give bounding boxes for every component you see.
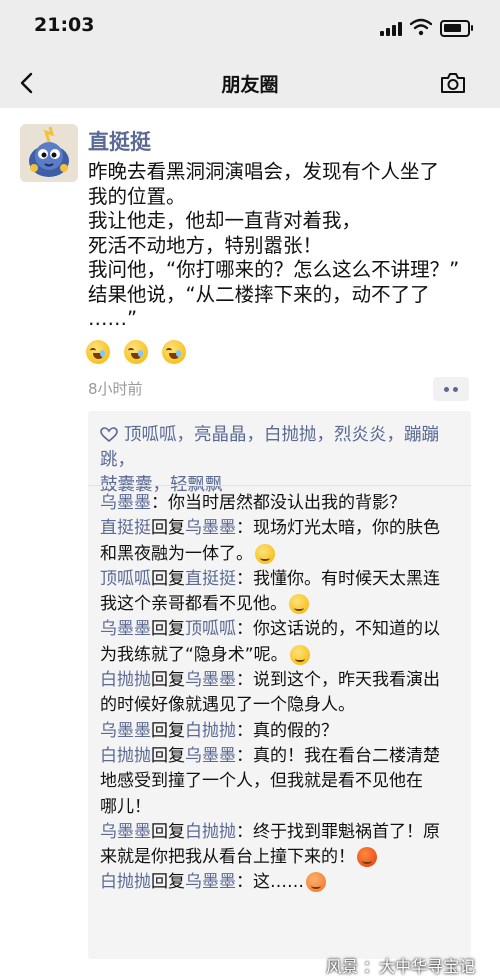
- comment-author[interactable]: 乌墨墨: [100, 822, 151, 842]
- reply-target[interactable]: 乌墨墨: [185, 872, 236, 892]
- comment-text: 的时候好像就遇见了一个隐身人。: [100, 695, 355, 716]
- comment-item[interactable]: 乌墨墨回复顶呱呱：你这话说的，不知道的以 为我练就了“隐身术”呢。: [100, 617, 462, 668]
- reply-word: 回复: [151, 872, 185, 893]
- battery-icon: [440, 20, 473, 37]
- wifi-icon: [410, 18, 432, 36]
- post-line: 结果他说，“从二楼摔下来的，动不了了: [88, 282, 430, 306]
- comment-text: ：你这话说的，不知道的以: [236, 619, 440, 640]
- comment-author[interactable]: 直挺挺: [100, 518, 151, 538]
- laugh-cry-emoji-icon: [162, 340, 186, 364]
- sweat-emoji-icon: [306, 872, 326, 893]
- comment-item[interactable]: 顶呱呱回复直挺挺：我懂你。有时候天太黑连 我这个亲哥都看不见他。: [100, 567, 462, 618]
- comment-author[interactable]: 白抛抛: [100, 746, 151, 766]
- post-line: 死活不动地方，特别嚣张！: [88, 233, 323, 257]
- comment-author[interactable]: 白抛抛: [100, 670, 151, 690]
- laugh-cry-emoji-icon: [86, 340, 110, 364]
- comment-text: 哪儿！: [100, 796, 151, 817]
- heart-icon: [100, 427, 118, 443]
- angry-emoji-icon: [357, 847, 377, 868]
- post-emojis: [86, 340, 200, 366]
- status-bar: 21:03: [0, 0, 500, 58]
- comment-author[interactable]: 白抛抛: [100, 872, 151, 892]
- reply-word: 回复: [151, 670, 185, 691]
- comment-text: 来就是你把我从看台上撞下来的！: [100, 847, 355, 868]
- comment-author[interactable]: 乌墨墨: [100, 721, 151, 741]
- post-line: 我问他，“你打哪来的？怎么这么不讲理？”: [88, 258, 460, 281]
- likes-line[interactable]: 顶呱呱，亮晶晶，白抛抛，烈炎炎，蹦蹦跳，: [100, 425, 439, 470]
- comment-item[interactable]: 乌墨墨回复白抛抛：终于找到罪魁祸首了！原 来就是你把我从看台上撞下来的！: [100, 820, 462, 871]
- reply-word: 回复: [151, 619, 185, 640]
- comment-text: 为我练就了“隐身术”呢。: [100, 644, 288, 665]
- avatar[interactable]: [20, 124, 78, 182]
- comment-text: 地感受到撞了一个人，但我就是看不见他在: [100, 771, 423, 792]
- reply-word: 回复: [151, 720, 185, 741]
- post-line: 我让他走，他却一直背对着我，: [88, 209, 362, 232]
- post-time: 8小时前: [88, 380, 143, 398]
- camera-icon[interactable]: [438, 68, 468, 98]
- comment-author[interactable]: 乌墨墨: [100, 619, 151, 639]
- comment-text: 和黑夜融为一体了。: [100, 543, 253, 564]
- post-text: 昨晚去看黑洞洞演唱会，发现有个人坐了 我的位置。 我让他走，他却一直背对着我， …: [88, 160, 483, 332]
- comment-text: ：现场灯光太暗，你的肤色: [236, 518, 440, 539]
- likes-list: 顶呱呱，亮晶晶，白抛抛，烈炎炎，蹦蹦跳， 鼓囊囊，轻飘飘: [100, 423, 462, 498]
- comments-panel: 顶呱呱，亮晶晶，白抛抛，烈炎炎，蹦蹦跳， 鼓囊囊，轻飘飘 乌墨墨：你当时居然都没…: [88, 411, 471, 959]
- comment-text: ：我懂你。有时候天太黑连: [236, 568, 440, 589]
- comment-item[interactable]: 白抛抛回复乌墨墨：说到这个，昨天我看演出 的时候好像就遇见了一个隐身人。: [100, 668, 462, 719]
- page-title: 朋友圈: [221, 74, 279, 96]
- comment-item[interactable]: 乌墨墨回复白抛抛：真的假的？: [100, 719, 462, 744]
- laugh-emoji-icon: [255, 543, 275, 564]
- reply-target[interactable]: 乌墨墨: [185, 746, 236, 766]
- comment-author[interactable]: 顶呱呱: [100, 569, 151, 589]
- comment-text: ：你当时居然都没认出我的背影？: [151, 493, 406, 513]
- post-line: 我的位置。: [88, 184, 186, 208]
- comment-list: 乌墨墨：你当时居然都没认出我的背影？ 直挺挺回复乌墨墨：现场灯光太暗，你的肤色 …: [100, 491, 462, 896]
- reply-target[interactable]: 乌墨墨: [185, 518, 236, 538]
- laugh-cry-emoji-icon: [124, 340, 148, 364]
- reply-target[interactable]: 白抛抛: [185, 721, 236, 741]
- watermark: 风景 ：大中华寻宝记: [326, 957, 476, 976]
- comment-item[interactable]: 乌墨墨：你当时居然都没认出我的背影？: [100, 491, 462, 516]
- comment-item[interactable]: 白抛抛回复乌墨墨：这……: [100, 870, 462, 895]
- reply-target[interactable]: 乌墨墨: [185, 670, 236, 690]
- signal-icon: [380, 20, 404, 36]
- more-button[interactable]: [433, 377, 469, 401]
- post-line: 昨晚去看黑洞洞演唱会，发现有个人坐了: [88, 160, 440, 183]
- post-line: ……”: [88, 307, 138, 330]
- laugh-emoji-icon: [289, 594, 309, 615]
- comment-text: ：真的假的？: [236, 720, 338, 741]
- sigh-emoji-icon: [289, 644, 310, 665]
- comment-text: 我这个亲哥都看不见他。: [100, 594, 287, 615]
- comment-text: ：终于找到罪魁祸首了！原: [236, 821, 440, 842]
- nav-bar: 朋友圈: [0, 58, 500, 108]
- status-time: 21:03: [34, 14, 95, 36]
- post-author[interactable]: 直挺挺: [88, 126, 151, 156]
- reply-word: 回复: [151, 518, 185, 539]
- reply-word: 回复: [151, 568, 185, 589]
- reply-target[interactable]: 顶呱呱: [185, 619, 236, 639]
- reply-target[interactable]: 白抛抛: [185, 822, 236, 842]
- comment-author[interactable]: 乌墨墨: [100, 493, 151, 513]
- comment-text: ：说到这个，昨天我看演出: [236, 670, 440, 691]
- reply-word: 回复: [151, 821, 185, 842]
- comment-text: ：真的！我在看台二楼清楚: [236, 745, 440, 766]
- reply-target[interactable]: 直挺挺: [185, 569, 236, 589]
- comment-text: ：这……: [236, 872, 304, 893]
- reply-word: 回复: [151, 745, 185, 766]
- comment-item[interactable]: 直挺挺回复乌墨墨：现场灯光太暗，你的肤色 和黑夜融为一体了。: [100, 516, 462, 567]
- comment-item[interactable]: 白抛抛回复乌墨墨：真的！我在看台二楼清楚 地感受到撞了一个人，但我就是看不见他在…: [100, 744, 462, 820]
- divider: [88, 485, 471, 486]
